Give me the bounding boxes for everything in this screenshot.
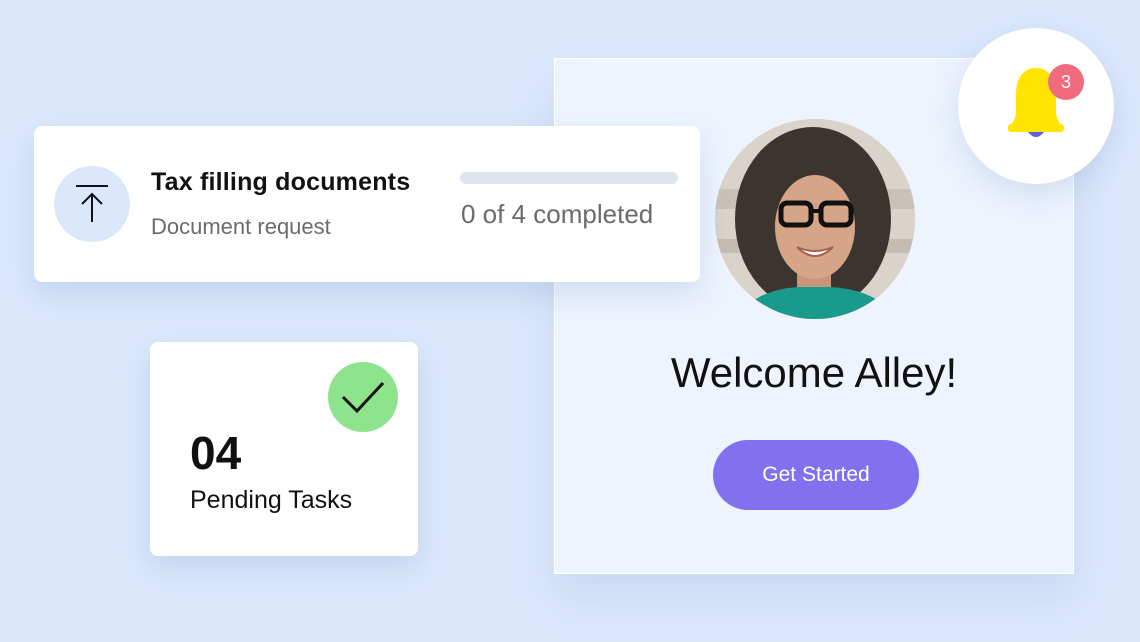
check-badge — [328, 362, 398, 432]
welcome-title: Welcome Alley! — [670, 349, 958, 396]
pending-tasks-card[interactable]: 04 Pending Tasks — [150, 342, 418, 556]
upload-icon — [76, 185, 108, 222]
pending-task-count: 04 — [190, 427, 242, 479]
progress-text: 0 of 4 completed — [461, 199, 654, 229]
document-title: Tax filling documents — [151, 168, 411, 196]
document-subtitle: Document request — [151, 214, 331, 239]
pending-tasks-label: Pending Tasks — [190, 486, 353, 514]
check-icon — [341, 381, 385, 414]
notification-badge: 3 — [1048, 64, 1084, 100]
progress-bar — [460, 172, 678, 184]
document-request-card[interactable]: Tax filling documents Document request 0… — [34, 126, 700, 282]
avatar — [715, 119, 915, 319]
upload-icon-container[interactable] — [54, 166, 130, 242]
get-started-button[interactable]: Get Started — [713, 440, 919, 510]
notification-button[interactable]: 3 — [958, 28, 1114, 184]
avatar-icon — [715, 119, 915, 319]
